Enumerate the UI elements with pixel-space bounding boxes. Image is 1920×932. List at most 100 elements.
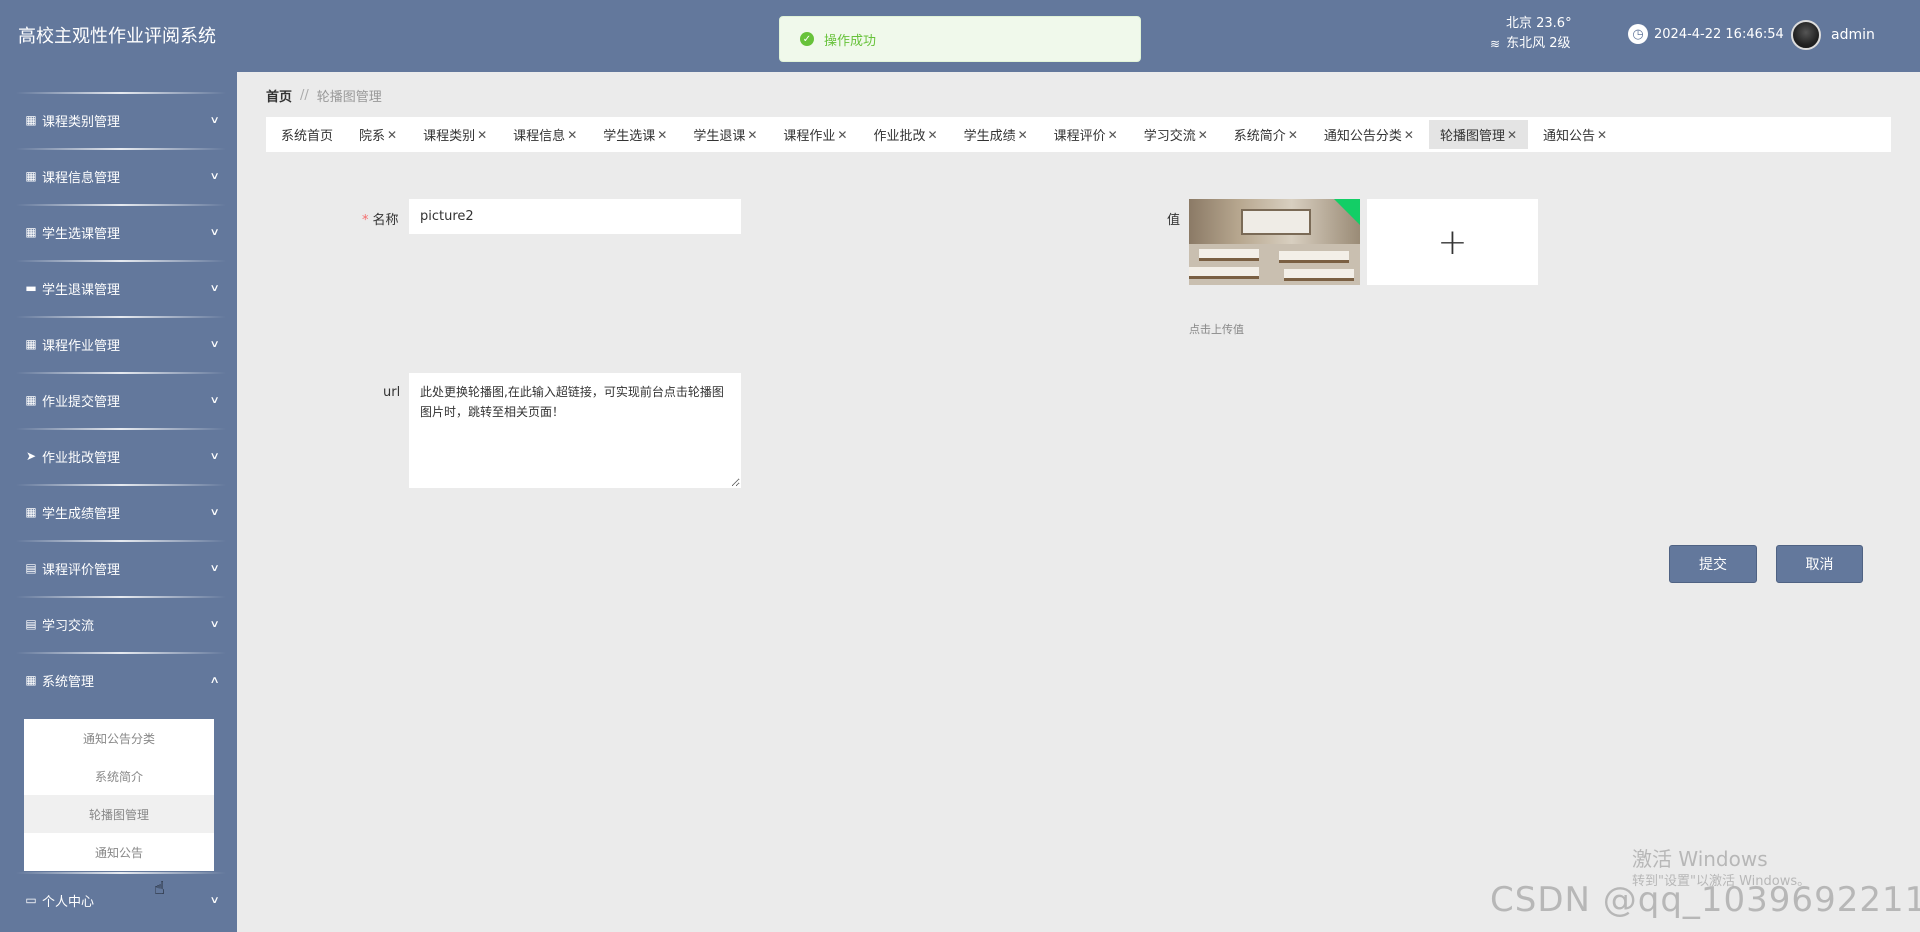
- grid-icon: ▦: [25, 673, 37, 687]
- sidebar-item-label: 系统管理: [42, 674, 95, 690]
- close-icon[interactable]: ✕: [387, 128, 397, 142]
- chevron-down-icon: ∨: [209, 114, 220, 126]
- sidebar-item-course-category[interactable]: ▦ 课程类别管理 ∨: [16, 92, 226, 148]
- username[interactable]: admin: [1831, 27, 1875, 43]
- grid-icon: ▦: [25, 225, 37, 239]
- sidebar-item-evaluation[interactable]: ▤ 课程评价管理 ∨: [16, 540, 226, 596]
- upload-hint: 点击上传值: [1189, 323, 1244, 336]
- cancel-button[interactable]: 取消: [1776, 545, 1863, 583]
- grid-icon: ▦: [25, 113, 37, 127]
- tab-label: 系统简介: [1233, 129, 1286, 144]
- send-icon: ➤: [25, 449, 37, 463]
- close-icon[interactable]: ✕: [928, 128, 938, 142]
- close-icon[interactable]: ✕: [747, 128, 757, 142]
- grid-icon: ▦: [25, 393, 37, 407]
- tab-homework[interactable]: 课程作业 ✕: [772, 120, 858, 149]
- tab-carousel[interactable]: 轮播图管理 ✕: [1428, 120, 1529, 149]
- close-icon[interactable]: ✕: [567, 128, 577, 142]
- sidebar-item-grading[interactable]: ➤ 作业批改管理 ∨: [16, 428, 226, 484]
- close-icon[interactable]: ✕: [1288, 128, 1298, 142]
- submenu-item-system-intro[interactable]: 系统简介: [24, 757, 214, 795]
- close-icon[interactable]: ✕: [837, 128, 847, 142]
- sidebar-item-label: 个人中心: [42, 894, 95, 910]
- tab-system-intro[interactable]: 系统简介 ✕: [1223, 120, 1309, 149]
- datetime-text: 2024-4-22 16:46:54: [1654, 26, 1784, 42]
- tab-label: 通知公告分类: [1323, 129, 1402, 144]
- close-icon[interactable]: ✕: [1507, 128, 1517, 142]
- sidebar-item-label: 课程信息管理: [42, 170, 121, 186]
- user-menu[interactable]: admin: [1791, 20, 1875, 50]
- chevron-down-icon: ∨: [209, 282, 220, 294]
- sidebar-item-course-selection[interactable]: ▦ 学生选课管理 ∨: [16, 204, 226, 260]
- submenu-item-notice[interactable]: 通知公告: [24, 833, 214, 871]
- weather-city-temp: 北京 23.6°: [1506, 16, 1572, 31]
- close-icon[interactable]: ✕: [1198, 128, 1208, 142]
- sidebar-item-homework[interactable]: ▦ 课程作业管理 ∨: [16, 316, 226, 372]
- tab-evaluation[interactable]: 课程评价 ✕: [1043, 120, 1129, 149]
- submit-button[interactable]: 提交: [1669, 545, 1757, 583]
- sidebar-item-course-info[interactable]: ▦ 课程信息管理 ∨: [16, 148, 226, 204]
- close-icon[interactable]: ✕: [1597, 128, 1607, 142]
- tab-label: 学生退课: [693, 129, 746, 144]
- tab-label: 作业批改: [873, 129, 926, 144]
- required-mark: *: [362, 213, 369, 228]
- sidebar-item-course-drop[interactable]: ▬ 学生退课管理 ∨: [16, 260, 226, 316]
- sidebar-item-label: 作业提交管理: [42, 394, 121, 410]
- tab-notice-category[interactable]: 通知公告分类 ✕: [1313, 120, 1425, 149]
- submenu-item-notice-category[interactable]: 通知公告分类: [24, 719, 214, 757]
- tab-course-info[interactable]: 课程信息 ✕: [502, 120, 588, 149]
- grid-icon: ▦: [25, 169, 37, 183]
- avatar[interactable]: [1791, 20, 1821, 50]
- tab-label: 院系: [359, 129, 386, 144]
- wind-icon: ≋: [1490, 37, 1501, 51]
- name-input[interactable]: [409, 199, 741, 234]
- plus-icon: +: [1437, 221, 1468, 263]
- close-icon[interactable]: ✕: [657, 128, 667, 142]
- url-label: url: [383, 385, 401, 400]
- tab-label: 轮播图管理: [1439, 129, 1505, 144]
- upload-button[interactable]: +: [1367, 199, 1538, 285]
- tab-course-drop[interactable]: 学生退课 ✕: [682, 120, 768, 149]
- chevron-up-icon: ∧: [209, 674, 220, 686]
- uploaded-image-thumbnail[interactable]: [1189, 199, 1360, 285]
- breadcrumb: 首页 // 轮播图管理: [266, 86, 382, 105]
- submenu-item-carousel[interactable]: 轮播图管理: [24, 795, 214, 833]
- tab-label: 学生选课: [603, 129, 656, 144]
- value-label: 值: [1167, 213, 1181, 228]
- breadcrumb-home[interactable]: 首页: [266, 86, 292, 105]
- weather-widget: 北京 23.6° ≋ 东北风 2级: [1490, 14, 1572, 54]
- sidebar-item-forum[interactable]: ▤ 学习交流 ∨: [16, 596, 226, 652]
- success-toast: ✓ 操作成功: [779, 16, 1141, 62]
- sidebar-item-label: 课程类别管理: [42, 114, 121, 130]
- tab-course-selection[interactable]: 学生选课 ✕: [592, 120, 678, 149]
- tab-label: 学生成绩: [963, 129, 1016, 144]
- sidebar-item-submission[interactable]: ▦ 作业提交管理 ∨: [16, 372, 226, 428]
- tab-label: 课程作业: [783, 129, 836, 144]
- tab-notice[interactable]: 通知公告 ✕: [1532, 120, 1618, 149]
- tab-course-category[interactable]: 课程类别 ✕: [412, 120, 498, 149]
- close-icon[interactable]: ✕: [1108, 128, 1118, 142]
- breadcrumb-current: 轮播图管理: [316, 90, 382, 105]
- tab-forum[interactable]: 学习交流 ✕: [1133, 120, 1219, 149]
- sidebar-item-label: 学生成绩管理: [42, 506, 121, 522]
- app-title: 高校主观性作业评阅系统: [18, 26, 216, 47]
- tab-department[interactable]: 院系 ✕: [348, 120, 408, 149]
- close-icon[interactable]: ✕: [1018, 128, 1028, 142]
- tab-label: 系统首页: [281, 129, 334, 144]
- sidebar-item-label: 课程作业管理: [42, 338, 121, 354]
- sidebar-item-label: 课程评价管理: [42, 562, 121, 578]
- tab-scores[interactable]: 学生成绩 ✕: [953, 120, 1039, 149]
- tab-home[interactable]: 系统首页: [270, 120, 344, 149]
- chevron-down-icon: ∨: [209, 338, 220, 350]
- check-circle-icon: ✓: [800, 32, 814, 46]
- sidebar-item-system[interactable]: ▦ 系统管理 ∧: [16, 652, 226, 708]
- sidebar-item-label: 学生退课管理: [42, 282, 121, 298]
- clipboard-icon: ▤: [25, 561, 37, 575]
- close-icon[interactable]: ✕: [1404, 128, 1414, 142]
- tab-grading[interactable]: 作业批改 ✕: [862, 120, 948, 149]
- url-textarea[interactable]: 此处更换轮播图,在此输入超链接，可实现前台点击轮播图图片时，跳转至相关页面！: [409, 373, 741, 488]
- close-icon[interactable]: ✕: [477, 128, 487, 142]
- sidebar-item-profile[interactable]: ▭ 个人中心 ∨: [16, 872, 226, 928]
- chevron-down-icon: ∨: [209, 618, 220, 630]
- sidebar-item-scores[interactable]: ▦ 学生成绩管理 ∨: [16, 484, 226, 540]
